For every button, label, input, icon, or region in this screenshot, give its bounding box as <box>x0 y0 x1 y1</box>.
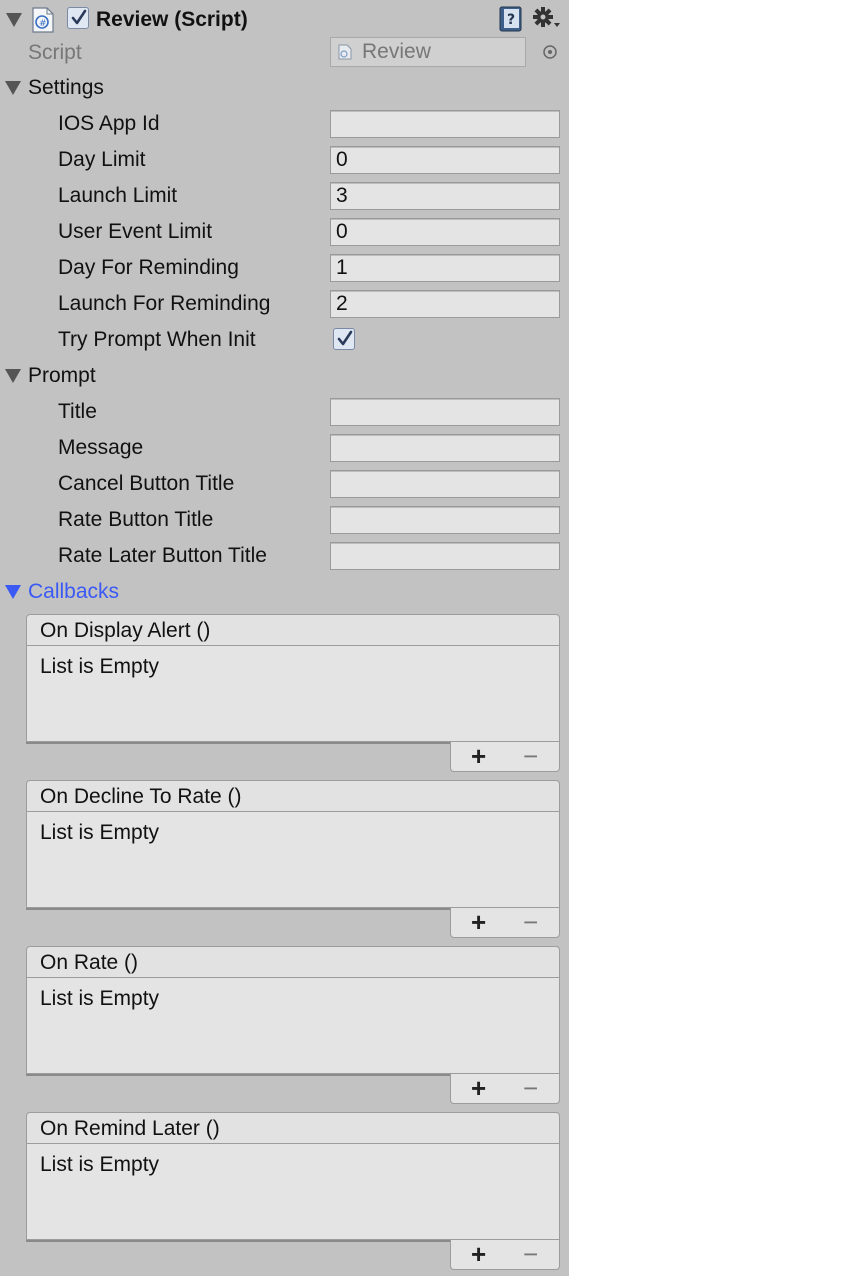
add-listener-button[interactable]: + <box>471 1241 486 1267</box>
script-object-value: Review <box>362 40 431 63</box>
svg-text:?: ? <box>507 12 515 28</box>
prompt-foldout-arrow-icon[interactable] <box>5 369 21 383</box>
event-empty-text: List is Empty <box>40 1153 160 1176</box>
launch-limit-field[interactable] <box>330 182 560 210</box>
rate-button-title-label: Rate Button Title <box>58 508 214 531</box>
component-foldout-arrow-icon[interactable] <box>6 13 22 27</box>
event-header: On Rate () <box>26 946 560 978</box>
launch-for-reminding-label: Launch For Reminding <box>58 292 271 315</box>
ios-app-id-field[interactable] <box>330 110 560 138</box>
cancel-button-title-field[interactable] <box>330 470 560 498</box>
script-file-icon <box>338 44 352 60</box>
remove-listener-button[interactable]: − <box>523 743 538 769</box>
day-limit-label: Day Limit <box>58 148 146 171</box>
event-header: On Display Alert () <box>26 614 560 646</box>
help-book-icon[interactable]: ? <box>499 6 523 32</box>
add-listener-button[interactable]: + <box>471 743 486 769</box>
event-footer: + − <box>450 1240 560 1270</box>
callbacks-foldout-arrow-icon[interactable] <box>5 585 21 599</box>
ios-app-id-label: IOS App Id <box>58 112 160 135</box>
event-empty-text: List is Empty <box>40 821 160 844</box>
add-listener-button[interactable]: + <box>471 1075 486 1101</box>
event-title: On Rate () <box>40 951 139 974</box>
event-list: List is Empty <box>26 646 560 742</box>
cancel-button-title-label: Cancel Button Title <box>58 472 235 495</box>
event-empty-text: List is Empty <box>40 987 160 1010</box>
add-listener-button[interactable]: + <box>471 909 486 935</box>
event-title: On Display Alert () <box>40 619 211 642</box>
event-header: On Remind Later () <box>26 1112 560 1144</box>
object-picker-icon[interactable] <box>542 44 558 60</box>
launch-limit-label: Launch Limit <box>58 184 178 207</box>
checkbox-check-icon <box>337 330 353 346</box>
component-enabled-checkbox[interactable] <box>67 7 89 29</box>
event-list: List is Empty <box>26 978 560 1074</box>
event-list: List is Empty <box>26 1144 560 1240</box>
rate-button-title-field[interactable] <box>330 506 560 534</box>
event-title: On Decline To Rate () <box>40 785 242 808</box>
checkbox-check-icon <box>71 9 87 25</box>
event-header: On Decline To Rate () <box>26 780 560 812</box>
prompt-title-field[interactable] <box>330 398 560 426</box>
csharp-script-icon: # <box>32 7 54 33</box>
script-object-field: Review <box>330 37 526 67</box>
settings-foldout-arrow-icon[interactable] <box>5 81 21 95</box>
prompt-foldout-label[interactable]: Prompt <box>28 363 96 389</box>
launch-for-reminding-field[interactable] <box>330 290 560 318</box>
remove-listener-button[interactable]: − <box>523 909 538 935</box>
callbacks-foldout-label[interactable]: Callbacks <box>28 579 119 605</box>
prompt-message-field[interactable] <box>330 434 560 462</box>
event-footer: + − <box>450 908 560 938</box>
settings-foldout-label[interactable]: Settings <box>28 75 104 101</box>
try-prompt-label: Try Prompt When Init <box>58 328 256 351</box>
day-limit-field[interactable] <box>330 146 560 174</box>
prompt-title-label: Title <box>58 400 97 423</box>
event-list: List is Empty <box>26 812 560 908</box>
event-title: On Remind Later () <box>40 1117 220 1140</box>
component-title: Review (Script) <box>96 8 248 31</box>
try-prompt-checkbox[interactable] <box>333 328 355 350</box>
rate-later-button-title-field[interactable] <box>330 542 560 570</box>
user-event-limit-field[interactable] <box>330 218 560 246</box>
inspector-panel: # Review (Script) ? Script Review Settin… <box>0 0 569 1276</box>
event-footer: + − <box>450 742 560 772</box>
event-footer: + − <box>450 1074 560 1104</box>
script-label: Script <box>28 41 82 64</box>
day-for-reminding-label: Day For Reminding <box>58 256 239 279</box>
remove-listener-button[interactable]: − <box>523 1075 538 1101</box>
prompt-message-label: Message <box>58 436 144 459</box>
gear-icon[interactable] <box>532 5 562 31</box>
event-empty-text: List is Empty <box>40 655 160 678</box>
svg-text:#: # <box>39 19 47 29</box>
rate-later-button-title-label: Rate Later Button Title <box>58 544 267 567</box>
day-for-reminding-field[interactable] <box>330 254 560 282</box>
user-event-limit-label: User Event Limit <box>58 220 213 243</box>
remove-listener-button[interactable]: − <box>523 1241 538 1267</box>
